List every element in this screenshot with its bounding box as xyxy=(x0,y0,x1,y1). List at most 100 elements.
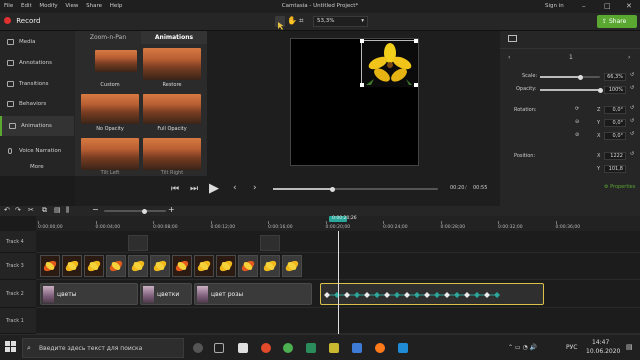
keyframe-diamond[interactable] xyxy=(474,292,480,298)
clip-rose-color[interactable]: цвет розы xyxy=(194,283,312,305)
reset-icon[interactable]: ↺ xyxy=(630,72,634,78)
step-back-icon[interactable]: ⏮ xyxy=(171,184,179,194)
sidebar-item-behaviors[interactable]: Behaviors xyxy=(0,94,74,114)
language-indicator[interactable]: РУС xyxy=(566,344,577,351)
rotation-x-field[interactable]: 0,0° xyxy=(604,132,626,140)
share-button[interactable]: ⇪ Share xyxy=(597,15,637,28)
step-forward-icon[interactable]: ⏭ xyxy=(190,184,198,194)
menu-file[interactable]: File xyxy=(4,3,13,9)
resize-handle[interactable] xyxy=(414,83,418,87)
keyframe-diamond[interactable] xyxy=(494,292,500,298)
menu-share[interactable]: Share xyxy=(86,3,102,9)
visual-properties-icon[interactable] xyxy=(508,35,517,42)
hand-tool-icon[interactable]: ✋ xyxy=(287,16,297,25)
media-clip[interactable] xyxy=(84,255,104,277)
reset-icon[interactable]: ↺ xyxy=(630,151,634,157)
app-icon[interactable] xyxy=(352,343,362,353)
scale-field[interactable]: 66,3% xyxy=(604,73,626,81)
taskbar-search[interactable]: ⌕ Введите здесь текст для поиска xyxy=(22,338,184,358)
media-clip[interactable] xyxy=(106,255,126,277)
media-clip[interactable] xyxy=(172,255,192,277)
tab-zoom-n-pan[interactable]: Zoom-n-Pan xyxy=(75,31,141,44)
preview-canvas[interactable] xyxy=(290,38,419,166)
cortana-icon[interactable] xyxy=(193,343,203,353)
more-button[interactable]: More xyxy=(30,164,44,170)
record-button[interactable]: Record xyxy=(4,17,40,26)
thumb-tilt-left[interactable] xyxy=(81,138,139,170)
sidebar-item-annotations[interactable]: Annotations xyxy=(0,53,74,73)
timeline-zoom-slider[interactable] xyxy=(104,208,166,214)
keyframe-diamond[interactable] xyxy=(344,292,350,298)
media-clip[interactable] xyxy=(150,255,170,277)
slider-knob[interactable] xyxy=(597,87,603,93)
prev-page-icon[interactable]: ‹ xyxy=(508,54,510,61)
zoom-select[interactable]: 53,3% ▾ xyxy=(313,16,368,27)
menu-edit[interactable]: Edit xyxy=(21,3,32,9)
sidebar-item-animations[interactable]: Animations xyxy=(0,116,74,136)
thumb-custom[interactable] xyxy=(95,50,137,72)
keyframe-diamond[interactable] xyxy=(434,292,440,298)
sidebar-item-transitions[interactable]: Transitions xyxy=(0,74,74,94)
reset-icon[interactable]: ↺ xyxy=(630,85,634,91)
thumb-tilt-right[interactable] xyxy=(143,138,201,170)
opera-icon[interactable] xyxy=(261,343,271,353)
rotation-z-field[interactable]: 0,0° xyxy=(604,106,626,114)
keyframe-diamond[interactable] xyxy=(444,292,450,298)
minimize-icon[interactable]: – xyxy=(582,2,586,10)
tab-animations[interactable]: Animations xyxy=(141,31,207,44)
slider-knob[interactable] xyxy=(142,208,147,214)
track-label-3[interactable]: Track 3 xyxy=(0,253,36,280)
keyframe-diamond[interactable] xyxy=(414,292,420,298)
menu-help[interactable]: Help xyxy=(110,3,123,9)
keyframe-diamond[interactable] xyxy=(364,292,370,298)
sidebar-item-media[interactable]: Media xyxy=(0,32,74,52)
opacity-slider[interactable] xyxy=(540,87,603,93)
camtasia-icon[interactable] xyxy=(306,343,316,353)
keyframe-diamond[interactable] xyxy=(354,292,360,298)
keyframe-diamond[interactable] xyxy=(394,292,400,298)
resize-handle[interactable] xyxy=(360,39,364,43)
thumb-no-opacity[interactable] xyxy=(81,94,139,124)
keyframe-diamond[interactable] xyxy=(464,292,470,298)
reset-icon[interactable]: ↺ xyxy=(630,118,634,124)
media-clip[interactable] xyxy=(128,255,148,277)
keyframe-diamond[interactable] xyxy=(384,292,390,298)
resize-handle[interactable] xyxy=(414,39,418,43)
file-explorer-icon[interactable] xyxy=(238,343,248,353)
resize-handle[interactable] xyxy=(360,83,364,87)
zoom-in-icon[interactable]: + xyxy=(168,205,175,214)
keyframe-diamond[interactable] xyxy=(454,292,460,298)
media-clip[interactable] xyxy=(238,255,258,277)
properties-button[interactable]: ⚙ Properties xyxy=(604,184,635,190)
position-y-field[interactable]: 101,8 xyxy=(604,165,626,173)
next-marker-icon[interactable]: › xyxy=(253,183,257,193)
paste-icon[interactable]: ▤ xyxy=(54,206,61,214)
keyframe-diamond[interactable] xyxy=(404,292,410,298)
next-page-icon[interactable]: › xyxy=(628,54,630,61)
track-label-4[interactable]: Track 4 xyxy=(0,231,36,253)
keyframe-diamond[interactable] xyxy=(484,292,490,298)
scrubber-knob[interactable] xyxy=(329,186,335,192)
menu-view[interactable]: View xyxy=(65,3,78,9)
thumb-full-opacity[interactable] xyxy=(143,94,201,124)
position-x-field[interactable]: 1222 xyxy=(604,152,626,160)
crop-tool-icon[interactable]: ⌗ xyxy=(299,16,304,26)
notification-icon[interactable]: ▤ xyxy=(626,343,633,351)
media-clip[interactable] xyxy=(62,255,82,277)
redo-icon[interactable]: ↷ xyxy=(15,206,21,214)
clip-selected[interactable] xyxy=(320,283,544,305)
media-clip[interactable] xyxy=(216,255,236,277)
select-tool-button[interactable] xyxy=(275,16,285,30)
media-clip[interactable] xyxy=(282,255,302,277)
clip-stub[interactable] xyxy=(128,235,148,251)
cut-icon[interactable]: ✂ xyxy=(28,206,34,214)
firefox-icon[interactable] xyxy=(375,343,385,353)
scale-slider[interactable] xyxy=(540,74,600,80)
clip-flower-small[interactable]: цветки xyxy=(140,283,192,305)
menu-modify[interactable]: Modify xyxy=(39,3,57,9)
clip-flowers[interactable]: цветы xyxy=(40,283,138,305)
clip-stub[interactable] xyxy=(260,235,280,251)
chrome-icon[interactable] xyxy=(283,343,293,353)
split-icon[interactable]: ⫼ xyxy=(66,206,69,215)
clock-date[interactable]: 10.06.2020 xyxy=(586,348,620,355)
